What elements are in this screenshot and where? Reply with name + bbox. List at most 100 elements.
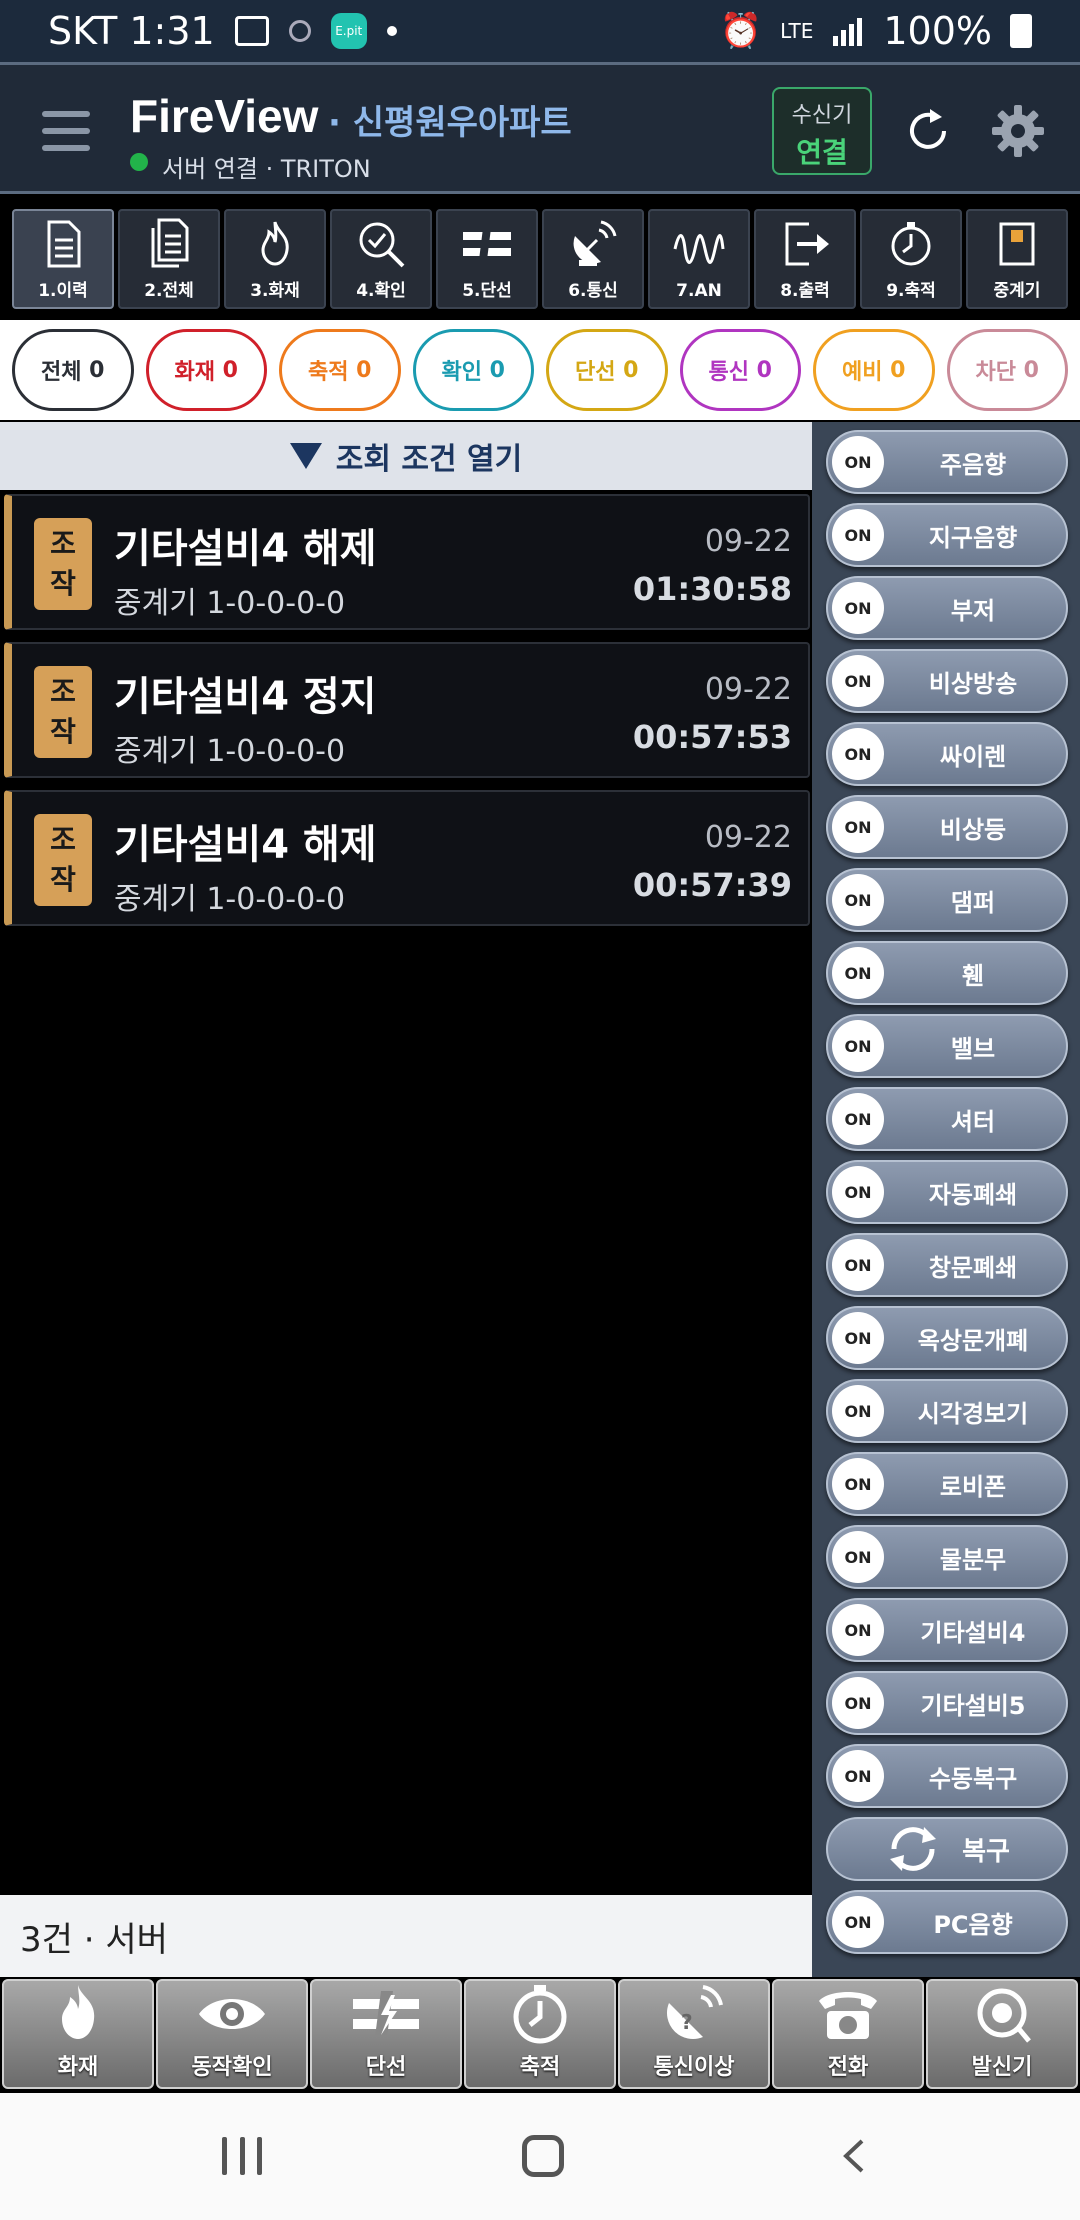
wave-icon bbox=[673, 234, 725, 264]
event-type-badge: 조작 bbox=[34, 518, 92, 610]
fire-icon bbox=[261, 221, 289, 266]
event-device: 중계기 1-0-0-0-0 bbox=[114, 882, 346, 917]
battery-level: 100% bbox=[883, 9, 992, 53]
tool-comm[interactable]: 6.통신 bbox=[542, 209, 644, 309]
gear-icon[interactable] bbox=[990, 103, 1046, 159]
toggle-fan[interactable]: ON 휀 bbox=[826, 941, 1068, 1005]
signal-icon bbox=[833, 18, 863, 46]
broken-line-icon bbox=[463, 228, 511, 260]
toggle-lobby-phone[interactable]: ON 로비폰 bbox=[826, 1452, 1068, 1516]
toggle-label: 창문폐쇄 bbox=[928, 1253, 1018, 1282]
filter-chip-confirm[interactable]: 확인 0 bbox=[412, 329, 534, 411]
toggle-valve[interactable]: ON 밸브 bbox=[826, 1014, 1068, 1078]
app-header: FireView · 신평원우아파트 서버 연결 · TRITON 수신기 연결 bbox=[0, 62, 1080, 194]
event-title: 기타설비4 해제 bbox=[114, 822, 377, 868]
event-list: 조회 조건 열기 조작 기타설비4 해제 중계기 1-0-0-0-0 09-22… bbox=[0, 422, 812, 1895]
tool-all[interactable]: 2.전체 bbox=[118, 209, 220, 309]
list-item[interactable]: 조작 기타설비4 해제 중계기 1-0-0-0-0 09-22 01:30:58 bbox=[4, 494, 810, 630]
action-label: 발신기 bbox=[971, 2055, 1033, 2080]
toggle-state: ON bbox=[832, 1677, 884, 1729]
action-disconnect[interactable]: 단선 bbox=[310, 1979, 462, 2089]
toggle-rooftop-door[interactable]: ON 옥상문개폐 bbox=[826, 1306, 1068, 1370]
action-label: 축적 bbox=[519, 2055, 561, 2080]
menu-icon[interactable] bbox=[42, 111, 90, 151]
action-fire[interactable]: 화재 bbox=[2, 1979, 154, 2089]
refresh-icon[interactable] bbox=[900, 103, 956, 159]
toggle-zone-sound[interactable]: ON 지구음향 bbox=[826, 503, 1068, 567]
document-icon bbox=[47, 220, 81, 268]
filter-chip-fire[interactable]: 화재 0 bbox=[145, 329, 267, 411]
toggle-label: 지구음향 bbox=[928, 523, 1018, 552]
toggle-shutter[interactable]: ON 셔터 bbox=[826, 1087, 1068, 1151]
action-comm-error[interactable]: ? 통신이상 bbox=[618, 1979, 770, 2089]
list-item[interactable]: 조작 기타설비4 정지 중계기 1-0-0-0-0 09-22 00:57:53 bbox=[4, 642, 810, 778]
tool-repeater[interactable]: 중계기 bbox=[966, 209, 1068, 309]
tool-output[interactable]: 8.출력 bbox=[754, 209, 856, 309]
recover-button[interactable]: 복구 bbox=[826, 1817, 1068, 1881]
tool-label: 7.AN bbox=[676, 281, 722, 301]
tool-history[interactable]: 1.이력 bbox=[12, 209, 114, 309]
action-accumulate[interactable]: 축적 bbox=[464, 1979, 616, 2089]
action-transmitter[interactable]: 발신기 bbox=[926, 1979, 1078, 2089]
recent-apps-icon[interactable] bbox=[222, 2137, 262, 2175]
toggle-other-equipment-4[interactable]: ON 기타설비4 bbox=[826, 1598, 1068, 1662]
toggle-state: ON bbox=[832, 1093, 884, 1145]
toggle-label: 싸이렌 bbox=[939, 742, 1007, 771]
broken-line-icon bbox=[353, 1991, 419, 2037]
tool-label: 9.축적 bbox=[886, 281, 936, 301]
toggle-other-equipment-5[interactable]: ON 기타설비5 bbox=[826, 1671, 1068, 1735]
notification-dot-icon bbox=[288, 20, 311, 42]
toggle-siren[interactable]: ON 싸이렌 bbox=[826, 722, 1068, 786]
list-item[interactable]: 조작 기타설비4 해제 중계기 1-0-0-0-0 09-22 00:57:39 bbox=[4, 790, 810, 926]
toggle-buzzer[interactable]: ON 부저 bbox=[826, 576, 1068, 640]
filter-chips: 전체 0 화재 0 축적 0 확인 0 단선 0 통신 0 예비 0 차단 0 bbox=[0, 320, 1080, 420]
toggle-pc-sound[interactable]: ON PC음향 bbox=[826, 1890, 1068, 1954]
toggle-damper[interactable]: ON 댐퍼 bbox=[826, 868, 1068, 932]
filter-chip-comm[interactable]: 통신 0 bbox=[679, 329, 801, 411]
tool-accumulate[interactable]: 9.축적 bbox=[860, 209, 962, 309]
alarm-button-icon bbox=[977, 1988, 1031, 2043]
site-name: · 신평원우아파트 bbox=[328, 103, 572, 143]
toggle-auto-close[interactable]: ON 자동폐쇄 bbox=[826, 1160, 1068, 1224]
tool-label: 중계기 bbox=[993, 281, 1041, 301]
event-date: 09-22 bbox=[704, 820, 792, 855]
toggle-emergency-broadcast[interactable]: ON 비상방송 bbox=[826, 649, 1068, 713]
receiver-label: 수신기 bbox=[791, 103, 853, 128]
toggle-label: 부저 bbox=[950, 596, 996, 625]
tool-disconnect[interactable]: 5.단선 bbox=[436, 209, 538, 309]
toggle-state: ON bbox=[832, 1604, 884, 1656]
toggle-visual-alarm[interactable]: ON 시각경보기 bbox=[826, 1379, 1068, 1443]
filter-chip-disconnect[interactable]: 단선 0 bbox=[546, 329, 668, 411]
filter-chip-spare[interactable]: 예비 0 bbox=[813, 329, 935, 411]
event-time: 01:30:58 bbox=[632, 570, 792, 608]
filter-chip-all[interactable]: 전체 0 bbox=[12, 329, 134, 411]
toggle-label: PC음향 bbox=[933, 1910, 1013, 1939]
query-toggle[interactable]: 조회 조건 열기 bbox=[0, 422, 812, 490]
back-icon[interactable] bbox=[838, 2139, 872, 2173]
filter-chip-accumulate[interactable]: 축적 0 bbox=[279, 329, 401, 411]
toggle-label: 옥상문개폐 bbox=[917, 1326, 1029, 1355]
action-operation-check[interactable]: 동작확인 bbox=[156, 1979, 308, 2089]
refresh-icon bbox=[890, 1827, 937, 1871]
tool-label: 1.이력 bbox=[38, 281, 88, 301]
toggle-emergency-light[interactable]: ON 비상등 bbox=[826, 795, 1068, 859]
tool-label: 5.단선 bbox=[462, 281, 512, 301]
tool-fire[interactable]: 3.화재 bbox=[224, 209, 326, 309]
tool-analog[interactable]: 7.AN bbox=[648, 209, 750, 309]
receiver-connect-button[interactable]: 수신기 연결 bbox=[772, 87, 872, 175]
toggle-window-close[interactable]: ON 창문폐쇄 bbox=[826, 1233, 1068, 1297]
toggle-state: ON bbox=[832, 1531, 884, 1583]
output-control-panel: ON 주음향 ON 지구음향 ON 부저 ON 비상방송 ON 싸이렌 ON 비상등 ON 댐… bbox=[812, 422, 1080, 1977]
result-count: 3건 · 서버 bbox=[0, 1895, 812, 1977]
toggle-manual-recovery[interactable]: ON 수동복구 bbox=[826, 1744, 1068, 1808]
lte-icon: LTE bbox=[780, 19, 814, 43]
action-phone[interactable]: 전화 bbox=[772, 1979, 924, 2089]
tool-confirm[interactable]: 4.확인 bbox=[330, 209, 432, 309]
alarm-icon: ⏰ bbox=[719, 11, 763, 51]
toggle-water-spray[interactable]: ON 물분무 bbox=[826, 1525, 1068, 1589]
more-dot-icon bbox=[386, 26, 397, 36]
toggle-label: 주음향 bbox=[939, 450, 1007, 479]
filter-chip-block[interactable]: 차단 0 bbox=[946, 329, 1068, 411]
toggle-main-sound[interactable]: ON 주음향 bbox=[826, 430, 1068, 494]
home-icon[interactable] bbox=[522, 2135, 564, 2177]
